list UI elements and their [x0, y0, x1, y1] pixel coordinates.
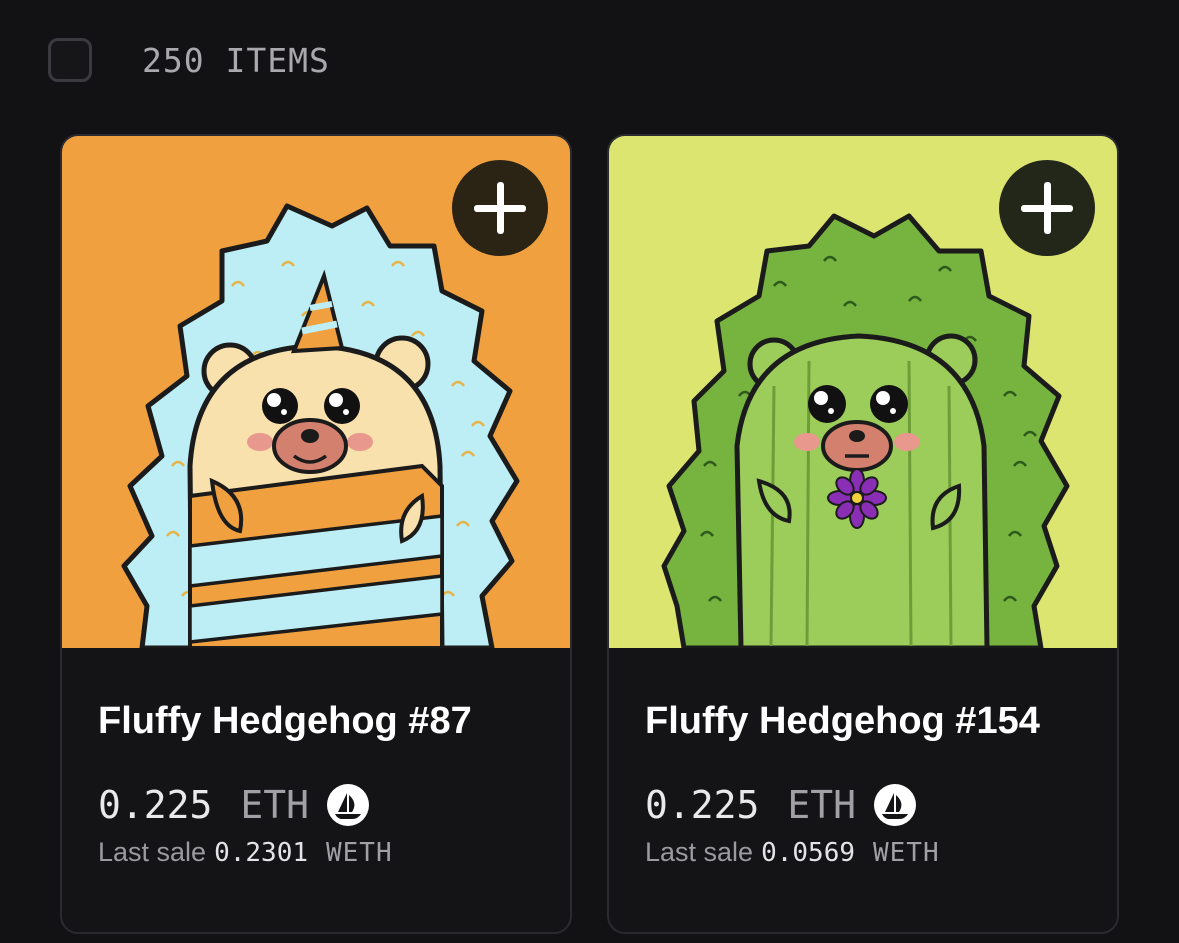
- opensea-ship-icon: [874, 784, 917, 826]
- nft-title: Fluffy Hedgehog #154: [645, 700, 1040, 742]
- price-currency: ETH: [787, 783, 857, 827]
- price-value: 0.225: [645, 783, 760, 827]
- opensea-ship-icon: [327, 784, 370, 826]
- last-sale-currency: WETH: [326, 838, 393, 868]
- add-to-cart-button[interactable]: [999, 160, 1095, 256]
- price-row: 0.225 ETH: [645, 783, 1097, 827]
- last-sale-label: Last sale: [645, 837, 754, 867]
- nft-title: Fluffy Hedgehog #87: [98, 700, 472, 742]
- last-sale-value: 0.0569: [761, 838, 855, 868]
- items-toolbar: 250 ITEMS: [48, 38, 330, 82]
- price-currency: ETH: [240, 783, 310, 827]
- price-value: 0.225: [98, 783, 213, 827]
- last-sale-label: Last sale: [98, 837, 207, 867]
- price-row: 0.225 ETH: [98, 783, 550, 827]
- nft-card[interactable]: Fluffy Hedgehog #87 0.225 ETH Last sale …: [60, 134, 572, 934]
- plus-icon: [1021, 182, 1073, 234]
- nft-info: Fluffy Hedgehog #87 0.225 ETH Last sale …: [98, 648, 550, 868]
- last-sale-row: Last sale 0.0569 WETH: [645, 837, 1097, 868]
- last-sale-currency: WETH: [873, 838, 940, 868]
- collection-items-page: 250 ITEMS Fluffy Hedgehog #87 0.225 ETH …: [0, 0, 1179, 943]
- add-to-cart-button[interactable]: [452, 160, 548, 256]
- last-sale-value: 0.2301: [214, 838, 308, 868]
- nft-card[interactable]: Fluffy Hedgehog #154 0.225 ETH Last sale…: [607, 134, 1119, 934]
- plus-icon: [474, 182, 526, 234]
- select-all-checkbox[interactable]: [48, 38, 92, 82]
- last-sale-row: Last sale 0.2301 WETH: [98, 837, 550, 868]
- item-count-label: 250 ITEMS: [142, 40, 330, 80]
- nft-info: Fluffy Hedgehog #154 0.225 ETH Last sale…: [645, 648, 1097, 868]
